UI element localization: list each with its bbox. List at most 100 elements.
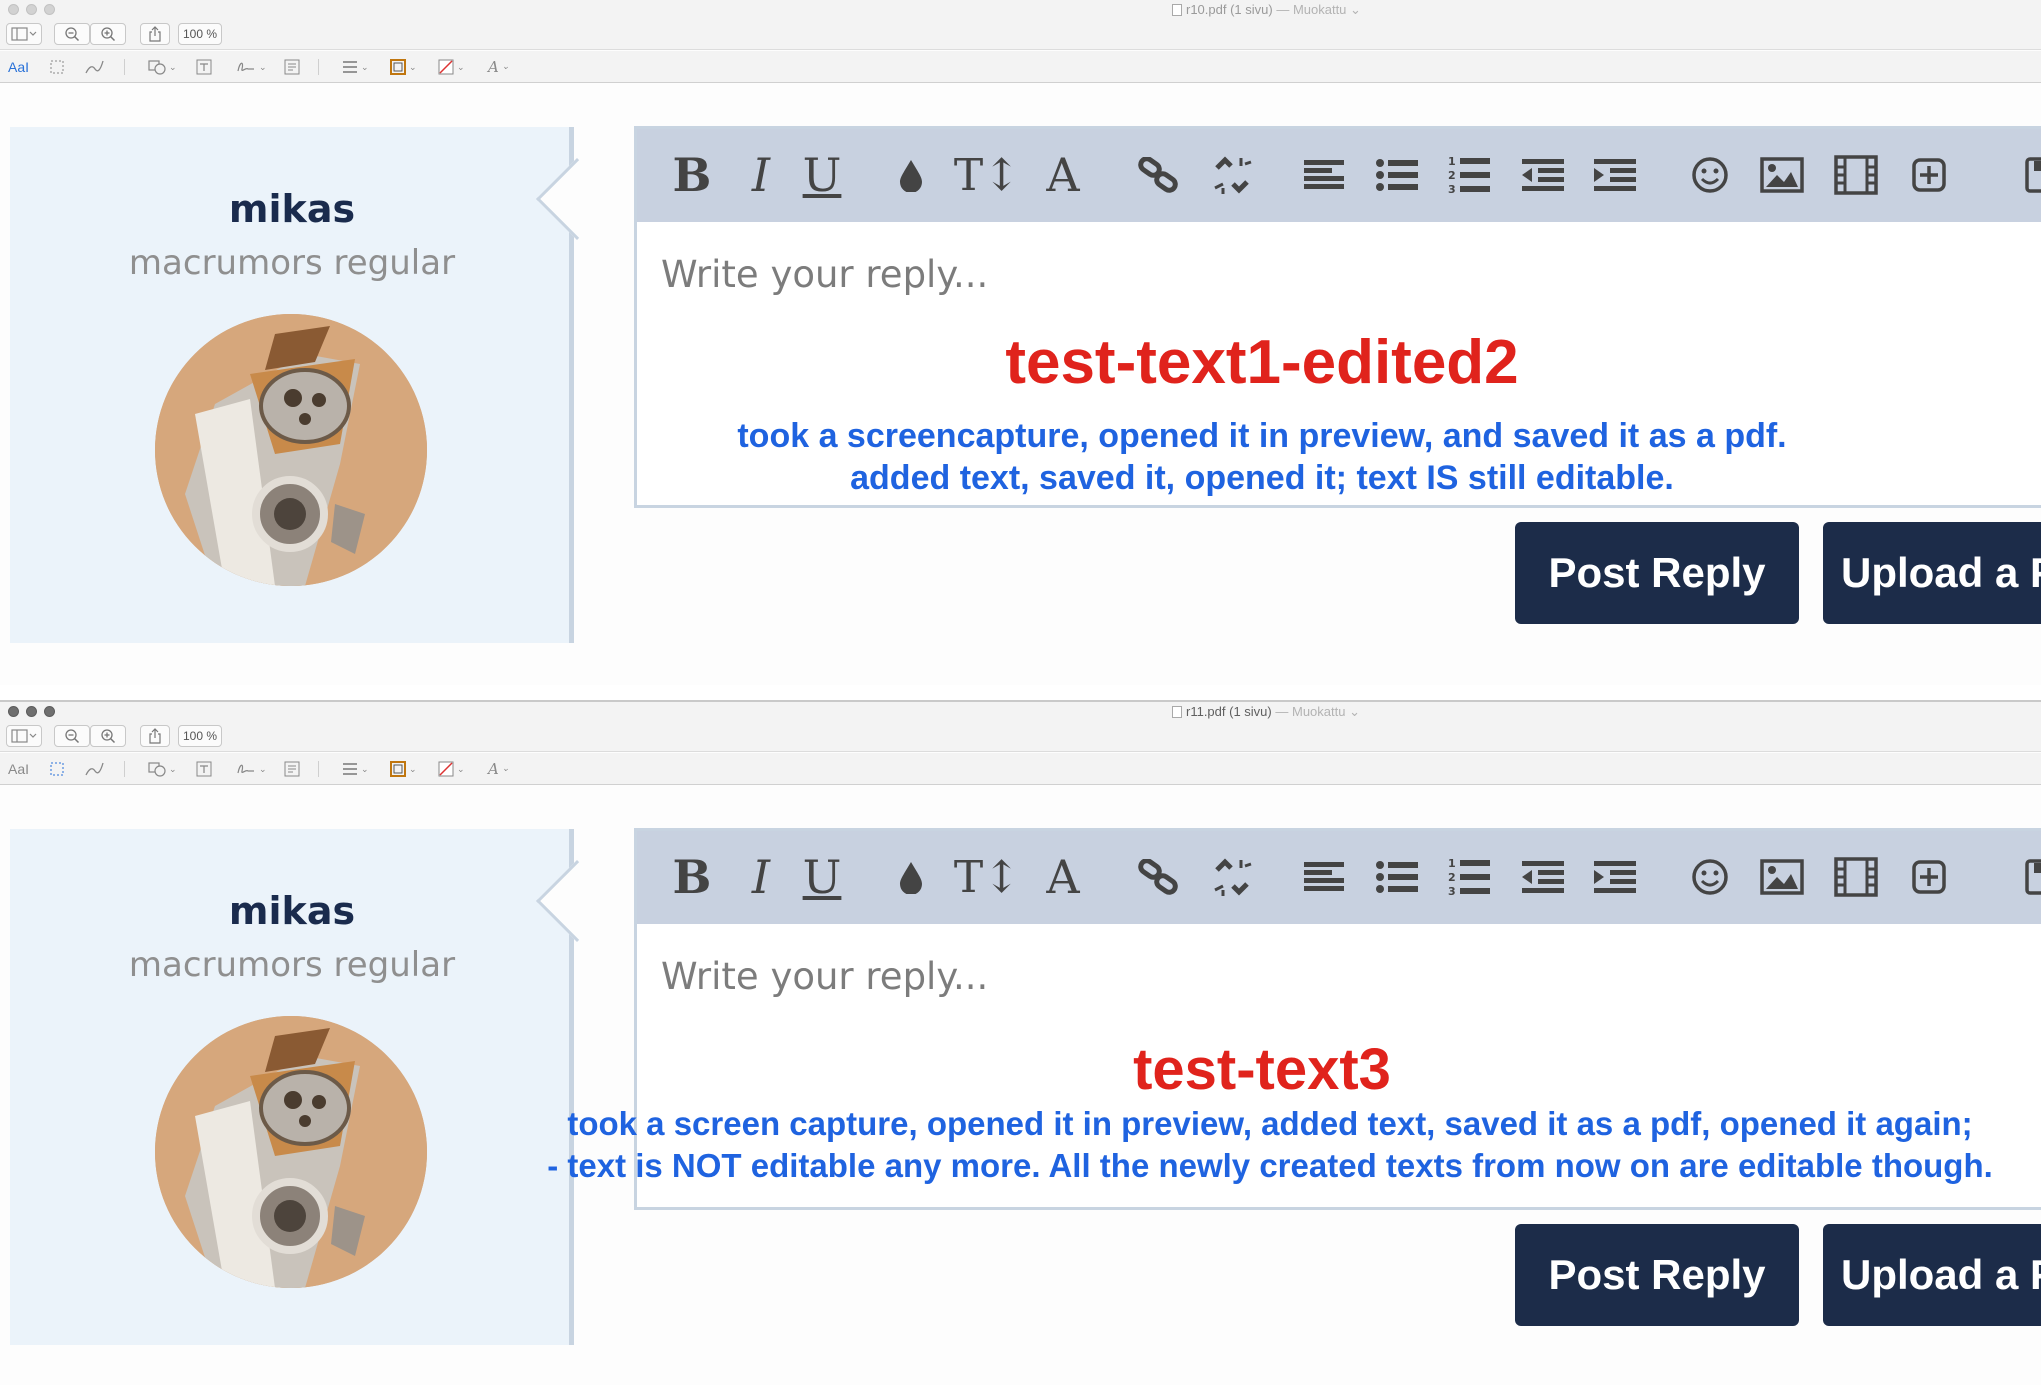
fill-color-tool[interactable]: ⌄ bbox=[438, 58, 465, 76]
divider bbox=[318, 59, 319, 75]
zoom-out-button[interactable] bbox=[54, 725, 90, 747]
rect-select-tool[interactable] bbox=[50, 58, 64, 76]
signature-tool[interactable]: ⌄ bbox=[236, 760, 267, 778]
post-reply-button[interactable]: Post Reply bbox=[1515, 522, 1799, 624]
insert-icon[interactable] bbox=[1907, 150, 1951, 200]
font-size-icon[interactable]: T↕ bbox=[954, 150, 1020, 201]
link-icon[interactable] bbox=[1133, 150, 1183, 200]
annotation-line-2[interactable]: - text is NOT editable any more. All the… bbox=[500, 1145, 2040, 1187]
align-icon[interactable] bbox=[1301, 150, 1347, 200]
unlink-icon[interactable] bbox=[1207, 150, 1257, 200]
divider bbox=[124, 59, 125, 75]
bold-icon[interactable]: B bbox=[667, 148, 717, 202]
avatar[interactable] bbox=[155, 314, 427, 586]
outdent-icon[interactable] bbox=[1519, 852, 1567, 902]
save-icon[interactable] bbox=[2023, 150, 2041, 200]
italic-icon[interactable]: I bbox=[741, 850, 781, 904]
zoom-in-button[interactable] bbox=[90, 725, 126, 747]
shapes-tool[interactable]: ⌄ bbox=[148, 58, 177, 76]
unlink-icon[interactable] bbox=[1207, 852, 1257, 902]
link-icon[interactable] bbox=[1133, 852, 1183, 902]
zoom-level-field[interactable]: 100 % bbox=[178, 725, 222, 747]
notes-tool[interactable] bbox=[284, 760, 300, 778]
editor-toolbar: B I U T↕ A 123 bbox=[637, 831, 2041, 924]
chevron-down-icon: ⌄ bbox=[1345, 704, 1360, 719]
avatar[interactable] bbox=[155, 1016, 427, 1288]
bullet-list-icon[interactable] bbox=[1373, 150, 1421, 200]
zoom-level-field[interactable]: 100 % bbox=[178, 23, 222, 45]
share-button[interactable] bbox=[140, 725, 170, 747]
underline-icon[interactable]: U bbox=[797, 148, 847, 202]
annotation-heading[interactable]: test-text3 bbox=[634, 1036, 1890, 1103]
font-icon[interactable]: A bbox=[1041, 148, 1085, 202]
close-window-button[interactable] bbox=[8, 706, 19, 717]
shapes-tool[interactable]: ⌄ bbox=[148, 760, 177, 778]
annotation-line-2[interactable]: added text, saved it, opened it; text IS… bbox=[634, 457, 1890, 499]
fill-color-tool[interactable]: ⌄ bbox=[438, 760, 465, 778]
annotation-line-1[interactable]: took a screencapture, opened it in previ… bbox=[634, 415, 1890, 457]
underline-icon[interactable]: U bbox=[797, 850, 847, 904]
color-drop-icon[interactable] bbox=[891, 150, 931, 200]
zoom-window-button[interactable] bbox=[44, 706, 55, 717]
media-icon[interactable] bbox=[1831, 150, 1881, 200]
line-style-tool[interactable]: ⌄ bbox=[342, 58, 369, 76]
font-icon[interactable]: A bbox=[1041, 850, 1085, 904]
border-color-tool[interactable]: ⌄ bbox=[390, 58, 417, 76]
sidebar-view-button[interactable] bbox=[6, 23, 42, 45]
line-style-tool[interactable]: ⌄ bbox=[342, 760, 369, 778]
annotation-line-1[interactable]: took a screen capture, opened it in prev… bbox=[500, 1103, 2040, 1145]
zoom-window-button[interactable] bbox=[44, 4, 55, 15]
notes-tool[interactable] bbox=[284, 58, 300, 76]
color-drop-icon[interactable] bbox=[891, 852, 931, 902]
text-selection-tool[interactable]: AaI bbox=[8, 58, 29, 76]
sidebar-view-button[interactable] bbox=[6, 725, 42, 747]
user-title: macrumors regular bbox=[128, 945, 456, 985]
text-style-tool[interactable]: A ⌄ bbox=[488, 760, 509, 778]
upload-file-button[interactable]: Upload a F bbox=[1823, 522, 2041, 624]
zoom-out-button[interactable] bbox=[54, 23, 90, 45]
username[interactable]: mikas bbox=[10, 187, 574, 231]
bullet-list-icon[interactable] bbox=[1373, 852, 1421, 902]
image-icon[interactable] bbox=[1757, 852, 1807, 902]
image-icon[interactable] bbox=[1757, 150, 1807, 200]
italic-icon[interactable]: I bbox=[741, 148, 781, 202]
annotation-heading[interactable]: test-text1-edited2 bbox=[634, 327, 1890, 398]
username[interactable]: mikas bbox=[10, 889, 574, 933]
sketch-tool[interactable] bbox=[84, 58, 104, 76]
border-color-tool[interactable]: ⌄ bbox=[390, 760, 417, 778]
document-title[interactable]: r11.pdf (1 sivu) — Muokattu ⌄ bbox=[1172, 704, 1360, 720]
numbered-list-icon[interactable]: 123 bbox=[1445, 150, 1493, 200]
svg-text:2: 2 bbox=[1448, 871, 1456, 884]
save-icon[interactable] bbox=[2023, 852, 2041, 902]
upload-file-button[interactable]: Upload a F bbox=[1823, 1224, 2041, 1326]
border-color-icon bbox=[390, 761, 406, 777]
rect-select-tool[interactable] bbox=[50, 760, 64, 778]
text-style-tool[interactable]: A ⌄ bbox=[488, 58, 509, 76]
text-selection-tool[interactable]: AaI bbox=[8, 760, 29, 778]
media-icon[interactable] bbox=[1831, 852, 1881, 902]
close-window-button[interactable] bbox=[8, 4, 19, 15]
shapes-icon bbox=[148, 762, 166, 777]
insert-icon[interactable] bbox=[1907, 852, 1951, 902]
smiley-icon[interactable] bbox=[1687, 150, 1733, 200]
post-reply-button[interactable]: Post Reply bbox=[1515, 1224, 1799, 1326]
outdent-icon[interactable] bbox=[1519, 150, 1567, 200]
document-name: r11.pdf (1 sivu) bbox=[1186, 704, 1272, 719]
bold-icon[interactable]: B bbox=[667, 850, 717, 904]
preview-window-1: r10.pdf (1 sivu) — Muokattu ⌄ 100 % AaI … bbox=[0, 0, 2041, 700]
minimize-window-button[interactable] bbox=[26, 4, 37, 15]
indent-icon[interactable] bbox=[1591, 150, 1639, 200]
text-box-tool[interactable] bbox=[196, 760, 212, 778]
document-title[interactable]: r10.pdf (1 sivu) — Muokattu ⌄ bbox=[1172, 2, 1361, 18]
zoom-in-button[interactable] bbox=[90, 23, 126, 45]
numbered-list-icon[interactable]: 123 bbox=[1445, 852, 1493, 902]
align-icon[interactable] bbox=[1301, 852, 1347, 902]
signature-tool[interactable]: ⌄ bbox=[236, 58, 267, 76]
sketch-tool[interactable] bbox=[84, 760, 104, 778]
minimize-window-button[interactable] bbox=[26, 706, 37, 717]
share-button[interactable] bbox=[140, 23, 170, 45]
text-box-tool[interactable] bbox=[196, 58, 212, 76]
font-size-icon[interactable]: T↕ bbox=[954, 852, 1020, 903]
indent-icon[interactable] bbox=[1591, 852, 1639, 902]
smiley-icon[interactable] bbox=[1687, 852, 1733, 902]
